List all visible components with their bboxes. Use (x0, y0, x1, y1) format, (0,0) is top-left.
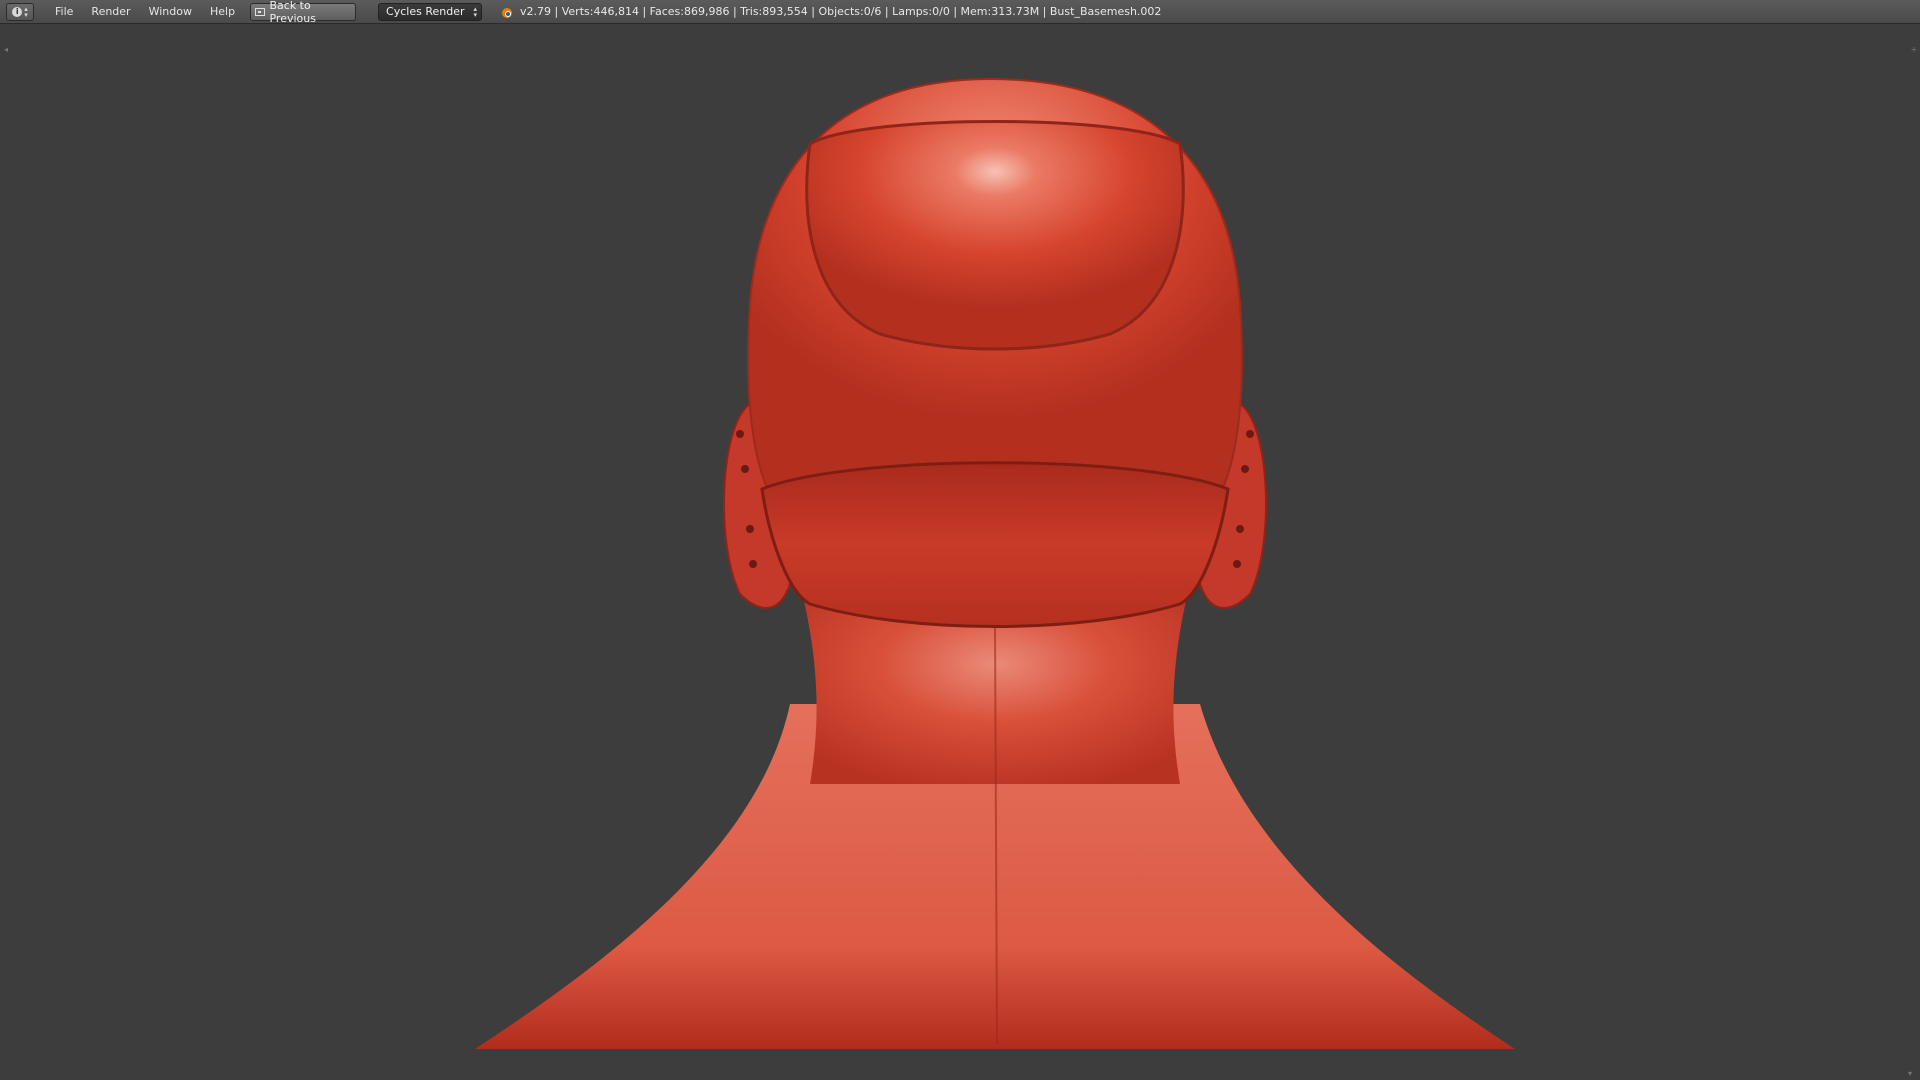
menu-render[interactable]: Render (82, 1, 139, 23)
screen-icon (255, 7, 266, 16)
menu-file[interactable]: File (46, 1, 82, 23)
3d-viewport[interactable]: ◂ + ▾ (0, 24, 1920, 1080)
menu-help[interactable]: Help (201, 1, 244, 23)
bust-model (475, 77, 1515, 1049)
info-header: i ▴ ▾ File Render Window Help Back to Pre… (0, 0, 1920, 25)
dropdown-arrows-icon: ▴ ▾ (473, 4, 478, 19)
area-split-widget-right[interactable]: + (1910, 46, 1918, 54)
menu-window[interactable]: Window (140, 1, 201, 23)
helmet-top-plate (805, 120, 1185, 351)
blender-logo-icon (500, 5, 514, 19)
main-menu: File Render Window Help (46, 1, 244, 23)
render-engine-value: Cycles Render (386, 5, 465, 18)
helmet-back-band (760, 461, 1230, 628)
area-split-widget-left[interactable]: ◂ (2, 46, 10, 54)
editor-type-selector[interactable]: i ▴ ▾ (6, 2, 34, 21)
updown-arrows-icon: ▴ ▾ (24, 4, 28, 19)
info-icon: i (12, 6, 23, 17)
area-split-widget-bottom[interactable]: ▾ (1906, 1070, 1914, 1078)
blender-window: i ▴ ▾ File Render Window Help Back to Pre… (0, 0, 1920, 1080)
render-engine-dropdown[interactable]: Cycles Render ▴ ▾ (378, 2, 483, 21)
scene-statistics: v2.79 | Verts:446,814 | Faces:869,986 | … (520, 5, 1162, 18)
back-to-previous-button[interactable]: Back to Previous (250, 0, 357, 25)
back-to-previous-label: Back to Previous (269, 0, 316, 25)
